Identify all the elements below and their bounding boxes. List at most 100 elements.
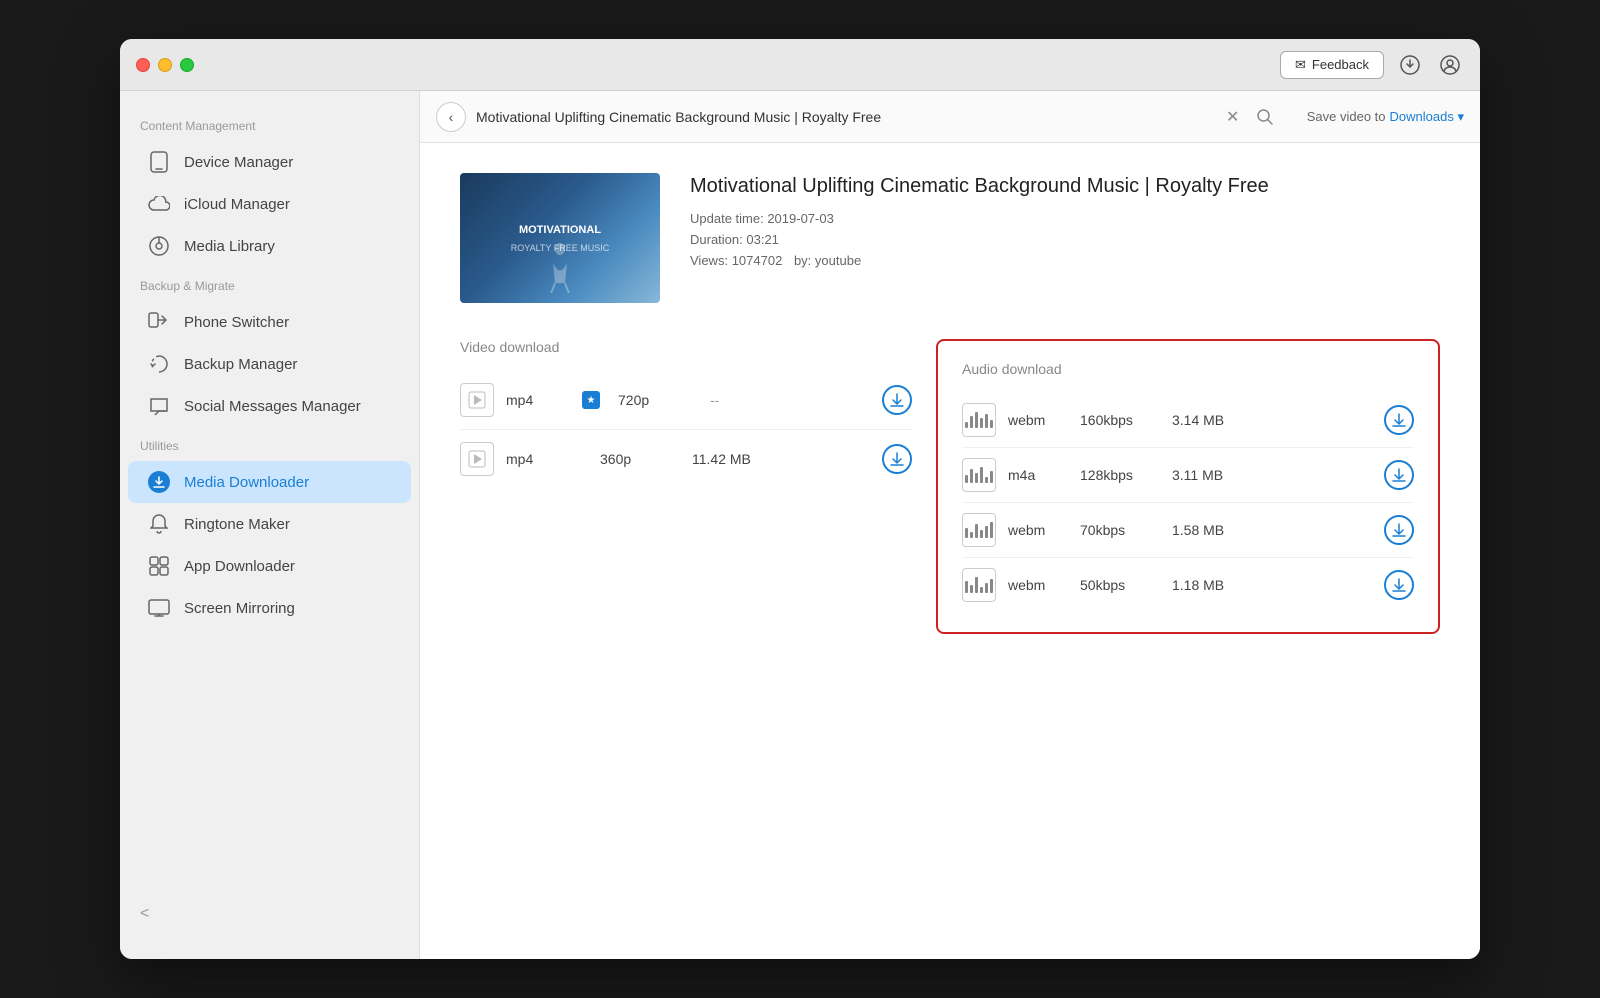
video-duration: Duration: 03:21 [690,232,1440,247]
save-location-link[interactable]: Downloads ▾ [1390,109,1464,125]
video-format-icon-2 [460,442,494,476]
sidebar-label-media-downloader: Media Downloader [184,474,309,491]
audio-bars-icon-3 [965,522,993,538]
audio-bitrate-1: 160kbps [1080,412,1160,428]
sidebar-item-social-messages[interactable]: Social Messages Manager [128,385,411,427]
sidebar-item-device-manager[interactable]: Device Manager [128,141,411,183]
download-circle-icon [1400,55,1420,75]
audio-download-item-4: webm 50kbps 1.18 MB [962,558,1414,612]
main-layout: Content Management Device Manager iCloud… [120,91,1480,959]
sidebar-item-ringtone-maker[interactable]: Ringtone Maker [128,503,411,545]
audio-download-button-3[interactable] [1384,515,1414,545]
audio-bars-icon-1 [965,412,993,428]
sidebar-label-social-messages: Social Messages Manager [184,398,361,415]
update-time-value: 2019-07-03 [767,211,834,226]
video-download-item-2: mp4 360p 11.42 MB [460,430,912,488]
content-toolbar: ‹ Motivational Uplifting Cinematic Backg… [420,91,1480,143]
close-button[interactable] [136,58,150,72]
sidebar-label-backup-manager: Backup Manager [184,356,297,373]
audio-size-1: 3.14 MB [1172,412,1372,428]
audio-download-button-1[interactable] [1384,405,1414,435]
download-icon [148,471,170,493]
sidebar-item-icloud-manager[interactable]: iCloud Manager [128,183,411,225]
save-video-label: Save video to [1307,109,1386,124]
video-quality-1: 720p [618,392,698,408]
audio-download-item-3: webm 70kbps 1.58 MB [962,503,1414,558]
close-icon-button[interactable]: ✕ [1221,105,1245,129]
audio-download-button-2[interactable] [1384,460,1414,490]
audio-download-panel: Audio download [936,339,1440,634]
video-download-button-2[interactable] [882,444,912,474]
video-size-dash-1: -- [710,392,750,408]
backup-icon [148,353,170,375]
profile-icon-button[interactable] [1436,51,1464,79]
video-download-title: Video download [460,339,912,355]
sidebar-label-app-downloader: App Downloader [184,558,295,575]
video-format-icon-1 [460,383,494,417]
music-icon [148,235,170,257]
title-bar: ✉ Feedback [120,39,1480,91]
audio-format-icon-1 [962,403,996,437]
audio-download-item-1: webm 160kbps 3.14 MB [962,393,1414,448]
audio-bitrate-3: 70kbps [1080,522,1160,538]
video-size-2: 11.42 MB [692,451,870,467]
audio-size-3: 1.58 MB [1172,522,1372,538]
app-window: ✉ Feedback Content Management [120,39,1480,959]
sidebar-label-ringtone-maker: Ringtone Maker [184,516,290,533]
title-bar-actions: ✉ Feedback [1280,51,1464,79]
star-badge-1: ★ [582,391,600,409]
save-location-text: Downloads [1390,109,1454,124]
video-info: Motivational Uplifting Cinematic Backgro… [690,173,1440,303]
video-thumbnail: MOTIVATIONAL ROYALTY FREE MUSIC [460,173,660,303]
sidebar: Content Management Device Manager iCloud… [120,91,420,959]
toolbar-title: Motivational Uplifting Cinematic Backgro… [476,109,1211,125]
by-label: by: [794,253,811,268]
video-format-name-1: mp4 [506,392,566,408]
by-value: youtube [815,253,861,268]
audio-download-button-4[interactable] [1384,570,1414,600]
sidebar-item-phone-switcher[interactable]: Phone Switcher [128,301,411,343]
duration-value: 03:21 [746,232,779,247]
feedback-button[interactable]: ✉ Feedback [1280,51,1384,79]
video-title: Motivational Uplifting Cinematic Backgro… [690,173,1440,199]
sidebar-item-app-downloader[interactable]: App Downloader [128,545,411,587]
sidebar-item-media-library[interactable]: Media Library [128,225,411,267]
audio-format-icon-3 [962,513,996,547]
sidebar-item-screen-mirroring[interactable]: Screen Mirroring [128,587,411,629]
content-area: ‹ Motivational Uplifting Cinematic Backg… [420,91,1480,959]
minimize-button[interactable] [158,58,172,72]
content-management-label: Content Management [120,119,419,141]
switcher-icon [148,311,170,333]
audio-size-4: 1.18 MB [1172,577,1372,593]
downloads-section: Video download mp4 ★ 720p -- [460,339,1440,634]
video-download-button-1[interactable] [882,385,912,415]
back-button[interactable]: ‹ [436,102,466,132]
bell-icon [148,513,170,535]
audio-format-name-1: webm [1008,412,1068,428]
sidebar-label-phone-switcher: Phone Switcher [184,314,289,331]
video-views: Views: 1074702 by: youtube [690,253,1440,268]
audio-download-item-2: m4a 128kbps 3.11 MB [962,448,1414,503]
sidebar-label-media-library: Media Library [184,238,275,255]
feedback-label: Feedback [1312,57,1369,72]
audio-bars-icon-4 [965,577,993,593]
video-header: MOTIVATIONAL ROYALTY FREE MUSIC Motivati… [460,173,1440,303]
traffic-lights [136,58,194,72]
audio-format-name-4: webm [1008,577,1068,593]
sidebar-item-media-downloader[interactable]: Media Downloader [128,461,411,503]
maximize-button[interactable] [180,58,194,72]
collapse-button[interactable]: < [140,905,399,923]
views-value: 1074702 [732,253,783,268]
chevron-down-icon: ▾ [1457,109,1464,124]
sidebar-label-icloud-manager: iCloud Manager [184,196,290,213]
save-video-section: Save video to Downloads ▾ [1307,109,1464,125]
audio-format-name-3: webm [1008,522,1068,538]
download-icon-button[interactable] [1396,51,1424,79]
audio-size-2: 3.11 MB [1172,467,1372,483]
sidebar-label-screen-mirroring: Screen Mirroring [184,600,295,617]
content-body: MOTIVATIONAL ROYALTY FREE MUSIC Motivati… [420,143,1480,959]
views-label: Views: [690,253,728,268]
sidebar-item-backup-manager[interactable]: Backup Manager [128,343,411,385]
search-icon-button[interactable] [1253,105,1277,129]
audio-bitrate-4: 50kbps [1080,577,1160,593]
